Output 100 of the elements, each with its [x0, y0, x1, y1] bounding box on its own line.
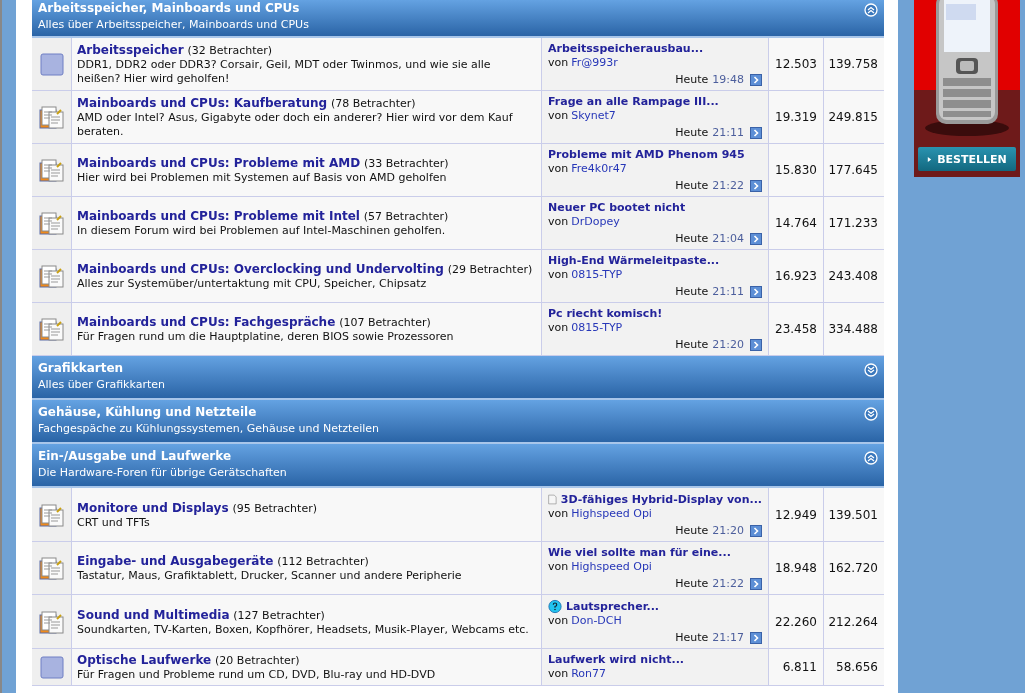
go-to-post-icon[interactable]	[750, 339, 762, 351]
post-count: 243.408	[824, 250, 884, 302]
thread-count: 15.830	[769, 144, 824, 196]
thread-title-link[interactable]: 3D-fähiges Hybrid-Display von...	[560, 492, 762, 507]
post-day: Heute	[675, 285, 709, 299]
post-count: 139.501	[824, 488, 884, 541]
viewer-count: (33 Betrachter)	[363, 157, 449, 170]
thread-title-link[interactable]: Laufwerk wird nicht...	[548, 653, 685, 667]
thread-title-link[interactable]: Lautsprecher...	[566, 599, 660, 614]
forum-title-link[interactable]: Arbeitsspeicher	[77, 43, 184, 57]
category-description: Fachgespäche zu Kühlungssystemen, Gehäuse und Netzteilen	[38, 421, 380, 436]
post-time: 19:48	[712, 73, 744, 87]
viewer-count: (95 Betrachter)	[232, 501, 317, 515]
author-link[interactable]: Highspeed Opi	[571, 560, 652, 574]
forum-description: CRT und TFTs	[77, 515, 151, 530]
clipboard-icon	[38, 555, 65, 581]
author-link[interactable]: DrDopey	[571, 215, 620, 229]
expand-icon[interactable]	[864, 407, 878, 421]
post-time: 21:11	[712, 126, 744, 140]
forum-title-link[interactable]: Mainboards und CPUs: Probleme mit Intel	[77, 209, 360, 223]
post-day: Heute	[675, 126, 709, 140]
author-link[interactable]: Fr@993r	[571, 56, 618, 70]
thread-title-link[interactable]: Probleme mit AMD Phenom 945	[548, 148, 745, 162]
post-day: Heute	[675, 338, 709, 352]
author-link[interactable]: Don-DCH	[571, 614, 622, 628]
author-link[interactable]: Highspeed Opi	[571, 507, 652, 521]
by-label: von	[548, 109, 569, 123]
by-label: von	[548, 215, 569, 229]
viewer-count: (112 Betrachter)	[277, 555, 369, 568]
forum-description: AMD oder Intel? Asus, Gigabyte oder doch ein anderer? Hier wird vor dem Kauf beraten.	[77, 111, 514, 139]
forum-title-link[interactable]: Monitore und Displays	[77, 500, 229, 515]
thread-title-link[interactable]: Frage an alle Rampage III...	[548, 95, 719, 109]
by-label: von	[548, 162, 569, 176]
by-label: von	[548, 507, 569, 521]
thread-title-link[interactable]: Arbeitsspeicherausbau...	[548, 42, 704, 56]
go-to-post-icon[interactable]	[750, 127, 762, 139]
post-time: 21:11	[712, 285, 744, 299]
forum-icon	[38, 654, 65, 680]
thread-count: 14.764	[769, 197, 824, 249]
go-to-post-icon[interactable]	[750, 180, 762, 192]
thread-title-link[interactable]: Pc riecht komisch!	[548, 307, 663, 321]
clipboard-icon	[38, 263, 65, 289]
viewer-count: (20 Betrachter)	[215, 654, 300, 667]
forum-title-link[interactable]: Mainboards und CPUs: Kaufberatung	[77, 96, 328, 110]
go-to-post-icon[interactable]	[750, 632, 762, 644]
order-button[interactable]: BESTELLEN	[918, 147, 1016, 171]
by-label: von	[548, 614, 569, 628]
viewer-count: (32 Betrachter)	[187, 44, 273, 57]
category-header[interactable]: Gehäuse, Kühlung und Netzteile Fachgespäche zu Kühlungssystemen, Gehäuse und Netzteilen	[32, 400, 884, 444]
author-link[interactable]: Fre4k0r47	[571, 162, 627, 176]
post-time: 21:22	[712, 179, 744, 193]
by-label: von	[548, 268, 569, 282]
forum-description: Alles zur Systemüber/untertaktung mit CPU, Speicher, Chipsatz	[77, 277, 428, 291]
go-to-post-icon[interactable]	[750, 74, 762, 86]
post-count: 139.758	[824, 38, 884, 90]
category-header[interactable]: Arbeitsspeicher, Mainboards und CPUs Alles über Arbeitsspeicher, Mainboards und CPUs	[32, 0, 884, 38]
question-icon	[548, 599, 562, 614]
viewer-count: (57 Betrachter)	[363, 210, 449, 223]
forum-title-link[interactable]: Mainboards und CPUs: Overclocking und Undervolting	[77, 262, 444, 276]
forum-description: In diesem Forum wird bei Problemen auf Intel-Maschinen geholfen.	[77, 224, 447, 238]
thread-title-link[interactable]: High-End Wärmeleitpaste...	[548, 254, 720, 268]
forum-title-link[interactable]: Mainboards und CPUs: Fachgespräche	[77, 315, 336, 329]
thread-count: 16.923	[769, 250, 824, 302]
thread-title-link[interactable]: Neuer PC bootet nicht	[548, 201, 686, 215]
expand-icon[interactable]	[864, 363, 878, 377]
collapse-icon[interactable]	[864, 451, 878, 465]
forum-title-link[interactable]: Mainboards und CPUs: Probleme mit AMD	[77, 156, 361, 170]
category-header[interactable]: Ein-/Ausgabe und Laufwerke Die Hardware-Foren für übrige Gerätschaften	[32, 444, 884, 488]
post-day: Heute	[675, 232, 709, 246]
category-header[interactable]: Grafikkarten Alles über Grafikkarten	[32, 356, 884, 400]
post-count: 58.656	[824, 649, 884, 685]
go-to-post-icon[interactable]	[750, 286, 762, 298]
thread-count: 19.319	[769, 91, 824, 143]
thread-title-link[interactable]: Wie viel sollte man für eine...	[548, 546, 731, 560]
author-link[interactable]: 0815-TYP	[571, 268, 623, 282]
forum-title-link[interactable]: Sound und Multimedia	[77, 607, 230, 622]
post-time: 21:20	[712, 338, 744, 352]
clipboard-icon	[38, 316, 65, 342]
collapse-icon[interactable]	[864, 3, 878, 17]
by-label: von	[548, 321, 569, 335]
by-label: von	[548, 56, 569, 70]
post-time: 21:17	[712, 631, 744, 645]
author-link[interactable]: Ron77	[571, 667, 607, 681]
forum-title-link[interactable]: Optische Laufwerke	[77, 653, 212, 667]
forum-title-link[interactable]: Eingabe- und Ausgabegeräte	[77, 554, 274, 568]
category-description: Alles über Arbeitsspeicher, Mainboards und CPUs	[38, 17, 309, 32]
forum-description: Soundkarten, TV-Karten, Boxen, Kopfhörer, Headsets, Musik-Player, Webcams etc.	[77, 622, 530, 637]
forum-description: Für Fragen rund um die Hauptplatine, deren BIOS sowie Prozessoren	[77, 330, 455, 344]
category-description: Alles über Grafikkarten	[38, 377, 165, 392]
go-to-post-icon[interactable]	[750, 525, 762, 537]
author-link[interactable]: Skynet7	[571, 109, 616, 123]
go-to-post-icon[interactable]	[750, 233, 762, 245]
post-count: 162.720	[824, 542, 884, 594]
clipboard-icon	[38, 104, 65, 130]
ad-banner[interactable]: BESTELLEN	[914, 0, 1020, 177]
post-count: 249.815	[824, 91, 884, 143]
by-label: von	[548, 560, 569, 574]
author-link[interactable]: 0815-TYP	[571, 321, 623, 335]
thread-count: 22.260	[769, 595, 824, 648]
go-to-post-icon[interactable]	[750, 578, 762, 590]
